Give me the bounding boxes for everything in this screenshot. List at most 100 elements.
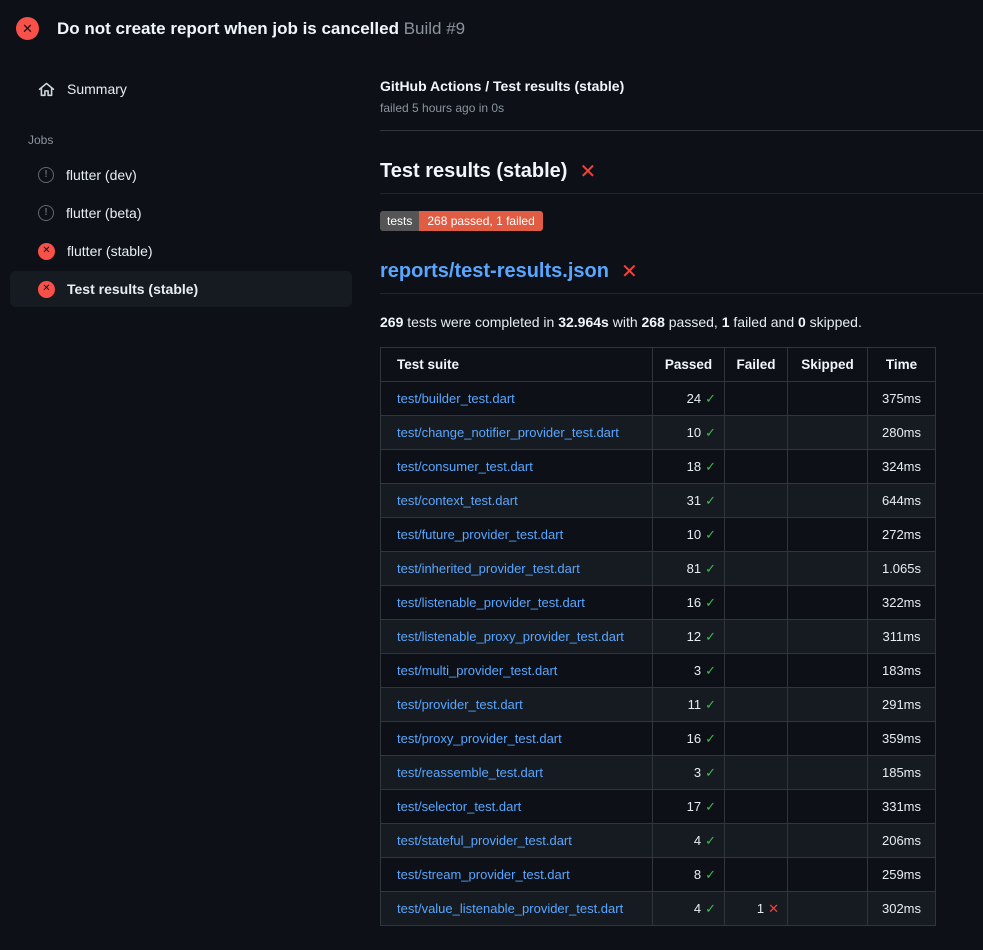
- table-row: test/reassemble_test.dart3✓185ms: [381, 756, 936, 790]
- passed-cell: 3✓: [653, 654, 725, 688]
- page-title: Do not create report when job is cancell…: [57, 19, 465, 39]
- summary-skipped: 0: [798, 314, 806, 330]
- skipped-cell: [788, 892, 868, 926]
- time-cell: 280ms: [868, 416, 936, 450]
- section-title-text: Test results (stable): [380, 160, 567, 183]
- test-suite-link[interactable]: test/stream_provider_test.dart: [397, 867, 570, 882]
- passed-cell: 10✓: [653, 518, 725, 552]
- report-file-link[interactable]: reports/test-results.json: [380, 260, 609, 283]
- sidebar-item-flutter-beta[interactable]: !flutter (beta): [10, 195, 352, 231]
- table-header-row: Test suite Passed Failed Skipped Time: [381, 348, 936, 382]
- test-suite-cell: test/inherited_provider_test.dart: [381, 552, 653, 586]
- passed-cell-count: 4: [694, 833, 701, 848]
- passed-cell-count: 3: [694, 765, 701, 780]
- column-header-time: Time: [868, 348, 936, 382]
- x-circle-icon: ✕: [38, 243, 55, 260]
- check-icon: ✓: [705, 595, 716, 610]
- run-title-text: Do not create report when job is cancell…: [57, 19, 399, 38]
- table-row: test/listenable_proxy_provider_test.dart…: [381, 620, 936, 654]
- badge-label: tests: [380, 211, 419, 231]
- passed-cell-count: 16: [687, 731, 701, 746]
- passed-cell-count: 11: [688, 697, 702, 712]
- test-suite-link[interactable]: test/proxy_provider_test.dart: [397, 731, 562, 746]
- cancelled-icon: !: [38, 205, 54, 221]
- passed-cell: 81✓: [653, 552, 725, 586]
- test-suite-link[interactable]: test/change_notifier_provider_test.dart: [397, 425, 619, 440]
- check-icon: ✓: [705, 833, 716, 848]
- skipped-cell: [788, 450, 868, 484]
- column-header-test-suite: Test suite: [381, 348, 653, 382]
- summary-text: passed,: [665, 314, 722, 330]
- check-icon: ✓: [705, 663, 716, 678]
- cancelled-icon: !: [38, 167, 54, 183]
- test-suite-link[interactable]: test/listenable_proxy_provider_test.dart: [397, 629, 624, 644]
- summary-total: 269: [380, 314, 403, 330]
- passed-cell-count: 31: [687, 493, 701, 508]
- sidebar-item-test-results-stable[interactable]: ✕Test results (stable): [10, 271, 352, 307]
- skipped-cell: [788, 654, 868, 688]
- passed-cell: 18✓: [653, 450, 725, 484]
- check-icon: ✓: [705, 799, 716, 814]
- test-suite-link[interactable]: test/inherited_provider_test.dart: [397, 561, 580, 576]
- table-row: test/multi_provider_test.dart3✓183ms: [381, 654, 936, 688]
- test-suite-link[interactable]: test/selector_test.dart: [397, 799, 521, 814]
- failed-cell-count: 1: [757, 901, 764, 916]
- test-suite-cell: test/reassemble_test.dart: [381, 756, 653, 790]
- skipped-cell: [788, 552, 868, 586]
- jobs-heading: Jobs: [28, 133, 380, 147]
- time-cell: 291ms: [868, 688, 936, 722]
- time-cell: 1.065s: [868, 552, 936, 586]
- passed-cell-count: 12: [687, 629, 701, 644]
- sidebar-item-flutter-dev[interactable]: !flutter (dev): [10, 157, 352, 193]
- summary-text: skipped.: [806, 314, 862, 330]
- sidebar-item-flutter-stable[interactable]: ✕flutter (stable): [10, 233, 352, 269]
- time-cell: 185ms: [868, 756, 936, 790]
- test-suite-link[interactable]: test/provider_test.dart: [397, 697, 523, 712]
- test-suite-link[interactable]: test/builder_test.dart: [397, 391, 515, 406]
- test-results-table: Test suite Passed Failed Skipped Time te…: [380, 347, 936, 926]
- passed-cell-count: 10: [687, 425, 701, 440]
- failed-cell: [725, 416, 788, 450]
- check-icon: ✓: [705, 731, 716, 746]
- test-suite-link[interactable]: test/reassemble_test.dart: [397, 765, 543, 780]
- skipped-cell: [788, 824, 868, 858]
- column-header-passed: Passed: [653, 348, 725, 382]
- table-row: test/value_listenable_provider_test.dart…: [381, 892, 936, 926]
- failed-cell: [725, 518, 788, 552]
- badge-value: 268 passed, 1 failed: [419, 211, 542, 231]
- check-icon: ✓: [705, 901, 716, 916]
- table-row: test/provider_test.dart 11✓ 291ms: [381, 688, 936, 722]
- check-icon: ✓: [705, 527, 716, 542]
- table-row: test/inherited_provider_test.dart 81✓ 1.06…: [381, 552, 936, 586]
- test-suite-link[interactable]: test/listenable_provider_test.dart: [397, 595, 585, 610]
- check-icon: ✓: [705, 697, 716, 712]
- test-suite-link[interactable]: test/future_provider_test.dart: [397, 527, 563, 542]
- test-suite-link[interactable]: test/value_listenable_provider_test.dart: [397, 901, 623, 916]
- summary-failed: 1: [722, 314, 730, 330]
- x-icon: ✕: [768, 901, 779, 916]
- sidebar-item-label: Test results (stable): [67, 281, 198, 297]
- table-row: test/stateful_provider_test.dart4✓206ms: [381, 824, 936, 858]
- section-title: Test results (stable) ✕: [380, 160, 983, 194]
- table-row: test/context_test.dart31✓644ms: [381, 484, 936, 518]
- sidebar-item-summary[interactable]: Summary: [10, 71, 352, 107]
- failed-cell: [725, 586, 788, 620]
- failed-cell: [725, 858, 788, 892]
- test-suite-link[interactable]: test/stateful_provider_test.dart: [397, 833, 572, 848]
- test-suite-link[interactable]: test/consumer_test.dart: [397, 459, 533, 474]
- test-suite-link[interactable]: test/multi_provider_test.dart: [397, 663, 557, 678]
- test-suite-link[interactable]: test/context_test.dart: [397, 493, 518, 508]
- tests-badge: tests 268 passed, 1 failed: [380, 211, 543, 231]
- passed-cell: 11✓: [653, 688, 725, 722]
- column-header-skipped: Skipped: [788, 348, 868, 382]
- passed-cell: 24✓: [653, 382, 725, 416]
- test-suite-cell: test/change_notifier_provider_test.dart: [381, 416, 653, 450]
- check-icon: ✓: [705, 629, 716, 644]
- skipped-cell: [788, 722, 868, 756]
- x-circle-icon: ✕: [16, 17, 39, 40]
- summary-text: tests were completed in: [403, 314, 558, 330]
- table-row: test/future_provider_test.dart10✓272ms: [381, 518, 936, 552]
- divider: [380, 130, 983, 131]
- test-suite-cell: test/builder_test.dart: [381, 382, 653, 416]
- failed-cell: 1✕: [725, 892, 788, 926]
